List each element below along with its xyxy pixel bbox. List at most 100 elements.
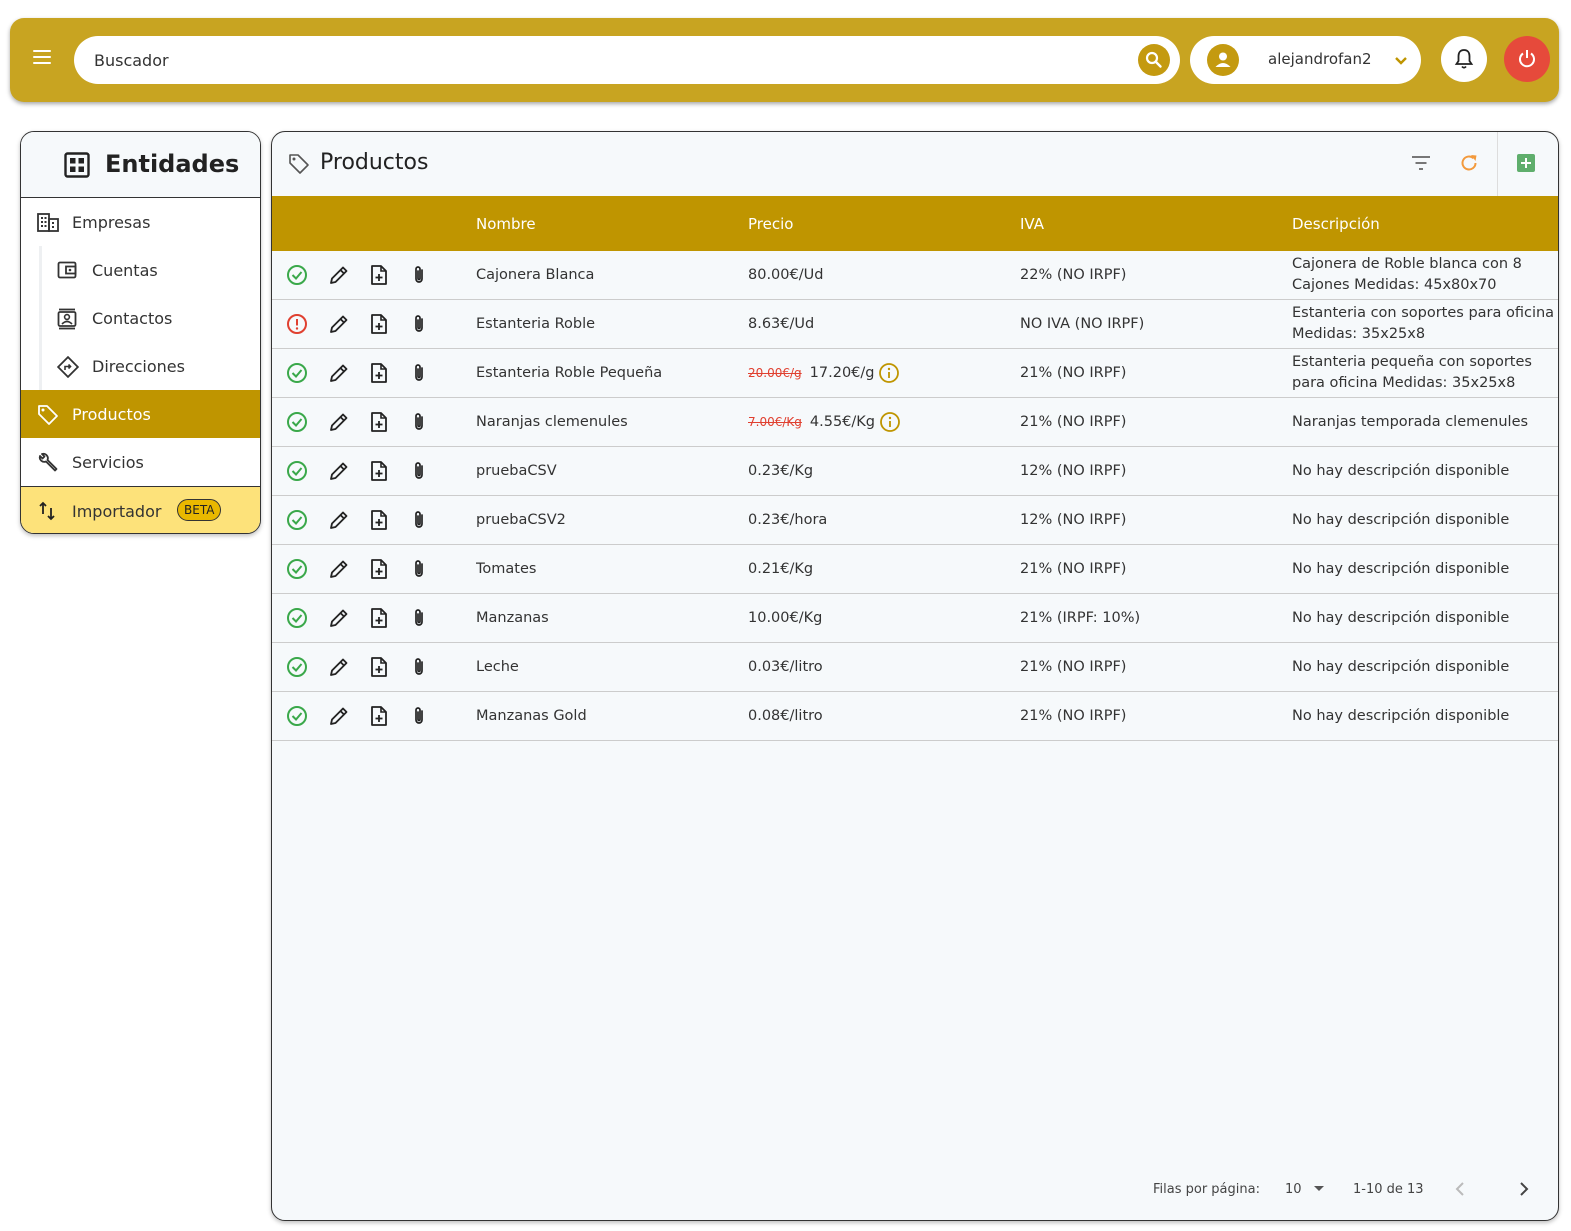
filter-icon[interactable] bbox=[1410, 152, 1432, 174]
username: alejandrofan2 bbox=[1268, 50, 1372, 68]
column-header-iva[interactable]: IVA bbox=[1020, 196, 1292, 251]
rows-per-page-select[interactable]: 10 bbox=[1285, 1182, 1326, 1197]
check-circle-icon[interactable] bbox=[286, 705, 308, 727]
pagination: Filas por página: 10 1-10 de 13 bbox=[272, 1162, 1558, 1220]
logout-button[interactable] bbox=[1504, 36, 1550, 82]
check-circle-icon[interactable] bbox=[286, 558, 308, 580]
attachment-icon[interactable] bbox=[408, 607, 430, 629]
caret-down-icon bbox=[1313, 1186, 1324, 1191]
table-row[interactable]: Manzanas 10.00€/Kg 21% (IRPF: 10%) No hay d… bbox=[272, 593, 1558, 643]
check-circle-icon[interactable] bbox=[286, 362, 308, 384]
edit-icon[interactable] bbox=[328, 656, 350, 678]
attachment-icon[interactable] bbox=[408, 705, 430, 727]
refresh-icon[interactable] bbox=[1458, 152, 1480, 174]
price: 8.63€/Ud bbox=[748, 316, 815, 332]
chevron-down-icon[interactable] bbox=[1392, 52, 1410, 70]
column-header-nombre[interactable]: Nombre bbox=[476, 196, 748, 251]
cell-precio: 20.00€/g 17.20€/g bbox=[748, 348, 1020, 398]
table-row[interactable]: Manzanas Gold 0.08€/litro 21% (NO IRPF) No … bbox=[272, 691, 1558, 741]
add-document-icon[interactable] bbox=[368, 607, 390, 629]
old-price: 7.00€/Kg bbox=[748, 415, 802, 429]
column-header-actions bbox=[272, 196, 476, 251]
sidebar-item-contactos[interactable]: Contactos bbox=[21, 294, 260, 342]
add-document-icon[interactable] bbox=[368, 656, 390, 678]
next-page-icon[interactable] bbox=[1516, 1180, 1532, 1198]
add-document-icon[interactable] bbox=[368, 558, 390, 580]
add-document-icon[interactable] bbox=[368, 313, 390, 335]
edit-icon[interactable] bbox=[328, 362, 350, 384]
edit-icon[interactable] bbox=[328, 607, 350, 629]
edit-icon[interactable] bbox=[328, 460, 350, 482]
add-document-icon[interactable] bbox=[368, 362, 390, 384]
column-header-precio[interactable]: Precio bbox=[748, 196, 1020, 251]
cell-nombre: pruebaCSV2 bbox=[476, 495, 748, 545]
check-circle-icon[interactable] bbox=[286, 656, 308, 678]
add-document-icon[interactable] bbox=[368, 705, 390, 727]
user-menu[interactable]: alejandrofan2 bbox=[1190, 36, 1421, 84]
old-price: 20.00€/g bbox=[748, 366, 802, 380]
sidebar-item-label: Cuentas bbox=[92, 261, 158, 280]
column-header-descripcion[interactable]: Descripción bbox=[1292, 196, 1558, 251]
check-circle-icon[interactable] bbox=[286, 411, 308, 433]
wrench-icon bbox=[38, 452, 58, 472]
attachment-icon[interactable] bbox=[408, 362, 430, 384]
table-row[interactable]: Estanteria Roble Pequeña 20.00€/g 17.20€/g… bbox=[272, 348, 1558, 398]
table-row[interactable]: Leche 0.03€/litro 21% (NO IRPF) No hay desc… bbox=[272, 642, 1558, 692]
attachment-icon[interactable] bbox=[408, 656, 430, 678]
cell-iva: NO IVA (NO IRPF) bbox=[1020, 299, 1292, 349]
table-row[interactable]: Cajonera Blanca 80.00€/Ud 22% (NO IRPF) Caj… bbox=[272, 251, 1558, 300]
add-document-icon[interactable] bbox=[368, 264, 390, 286]
table-row[interactable]: pruebaCSV 0.23€/Kg 12% (NO IRPF) No hay des… bbox=[272, 446, 1558, 496]
row-actions bbox=[272, 495, 476, 545]
info-icon[interactable] bbox=[879, 411, 901, 433]
sidebar-item-cuentas[interactable]: Cuentas bbox=[21, 246, 260, 294]
search-input[interactable] bbox=[94, 36, 1124, 84]
table-row[interactable]: pruebaCSV2 0.23€/hora 12% (NO IRPF) No hay … bbox=[272, 495, 1558, 545]
attachment-icon[interactable] bbox=[408, 313, 430, 335]
attachment-icon[interactable] bbox=[408, 411, 430, 433]
avatar bbox=[1207, 44, 1239, 76]
edit-icon[interactable] bbox=[328, 558, 350, 580]
check-circle-icon[interactable] bbox=[286, 460, 308, 482]
edit-icon[interactable] bbox=[328, 313, 350, 335]
sidebar-item-empresas[interactable]: Empresas bbox=[21, 198, 260, 246]
sidebar-item-direcciones[interactable]: Direcciones bbox=[21, 342, 260, 390]
attachment-icon[interactable] bbox=[408, 460, 430, 482]
cell-iva: 21% (IRPF: 10%) bbox=[1020, 593, 1292, 643]
add-document-icon[interactable] bbox=[368, 460, 390, 482]
alert-circle-icon[interactable] bbox=[286, 313, 308, 335]
search-button[interactable] bbox=[1138, 44, 1170, 76]
add-document-icon[interactable] bbox=[368, 509, 390, 531]
attachment-icon[interactable] bbox=[408, 558, 430, 580]
edit-icon[interactable] bbox=[328, 705, 350, 727]
add-icon[interactable] bbox=[1515, 152, 1537, 174]
menu-icon[interactable] bbox=[30, 46, 54, 74]
edit-icon[interactable] bbox=[328, 509, 350, 531]
attachment-icon[interactable] bbox=[408, 264, 430, 286]
cell-iva: 21% (NO IRPF) bbox=[1020, 348, 1292, 398]
sidebar-item-importador[interactable]: Importador BETA bbox=[21, 486, 260, 533]
row-actions bbox=[272, 544, 476, 594]
description-text: No hay descripción disponible bbox=[1292, 609, 1510, 626]
prev-page-icon[interactable] bbox=[1452, 1180, 1468, 1198]
check-circle-icon[interactable] bbox=[286, 264, 308, 286]
table-row[interactable]: Estanteria Roble 8.63€/Ud NO IVA (NO IRPF)… bbox=[272, 299, 1558, 349]
sidebar-item-servicios[interactable]: Servicios bbox=[21, 438, 260, 486]
description-text: No hay descripción disponible bbox=[1292, 560, 1510, 577]
edit-icon[interactable] bbox=[328, 411, 350, 433]
attachment-icon[interactable] bbox=[408, 509, 430, 531]
edit-icon[interactable] bbox=[328, 264, 350, 286]
table-row[interactable]: Tomates 0.21€/Kg 21% (NO IRPF) No hay descr… bbox=[272, 544, 1558, 594]
check-circle-icon[interactable] bbox=[286, 607, 308, 629]
add-document-icon[interactable] bbox=[368, 411, 390, 433]
row-actions bbox=[272, 348, 476, 398]
sidebar-item-productos[interactable]: Productos bbox=[21, 390, 260, 438]
table-row[interactable]: Naranjas clemenules 7.00€/Kg 4.55€/Kg 21% (… bbox=[272, 397, 1558, 447]
price: 10.00€/Kg bbox=[748, 610, 823, 626]
products-table: Nombre Precio IVA Descripción Cajonera B… bbox=[272, 196, 1558, 741]
check-circle-icon[interactable] bbox=[286, 509, 308, 531]
notifications-button[interactable] bbox=[1441, 36, 1487, 82]
cell-nombre: Manzanas bbox=[476, 593, 748, 643]
sidebar-header: Entidades bbox=[21, 132, 260, 198]
info-icon[interactable] bbox=[878, 362, 900, 384]
